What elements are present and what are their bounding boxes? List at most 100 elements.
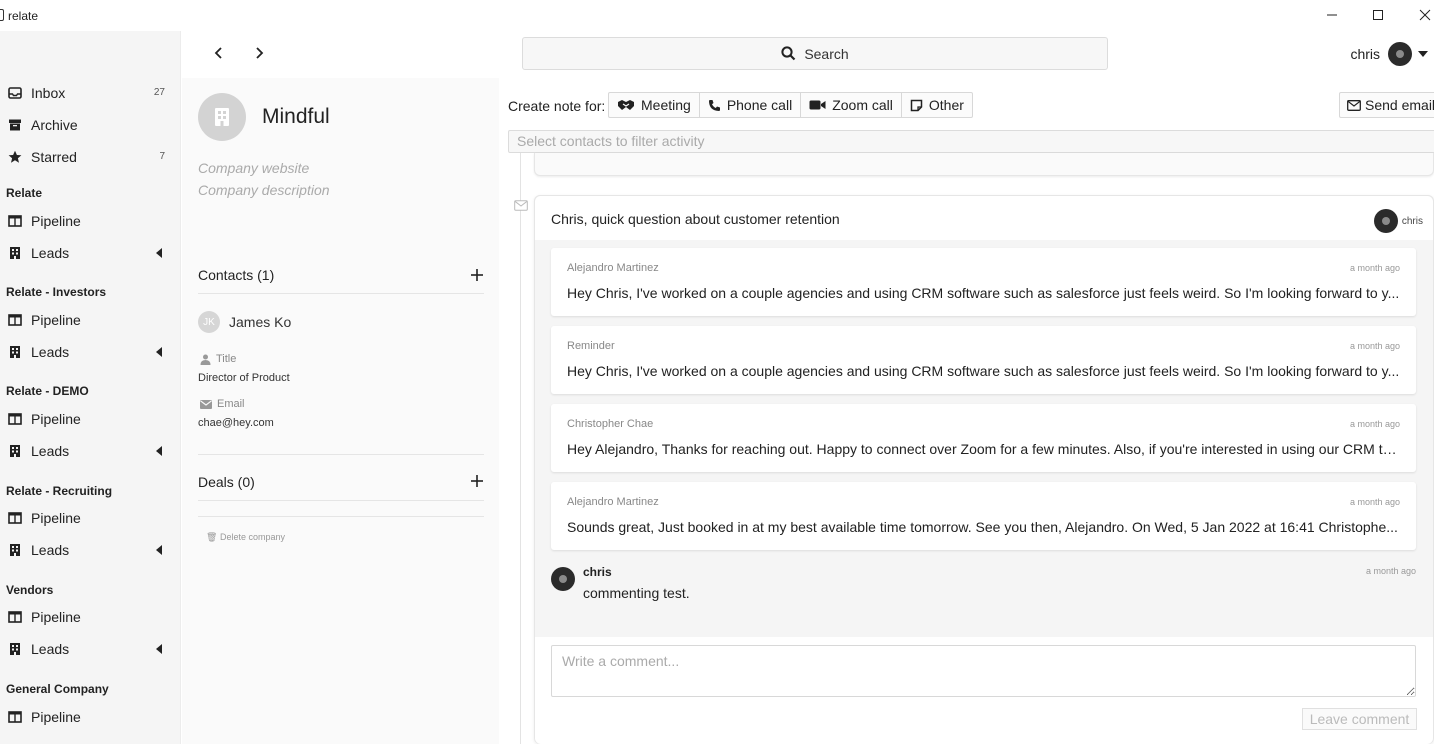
thread-header[interactable]: Chris, quick question about customer ret… (535, 196, 1433, 240)
divider (198, 500, 484, 501)
sidebar-item-label: Archive (31, 117, 78, 133)
thread-subject: Chris, quick question about customer ret… (551, 211, 840, 227)
sidebar-item-label: Pipeline (31, 510, 81, 526)
divider (198, 516, 484, 517)
activity-panel: Create note for: Meeting Phone call Zoom… (500, 78, 1434, 744)
building-icon (10, 544, 20, 556)
sidebar-item-label: Leads (31, 443, 70, 459)
meeting-note-button[interactable]: Meeting (609, 93, 700, 117)
phone-call-note-button[interactable]: Phone call (700, 93, 802, 117)
note-type-label: Meeting (641, 97, 691, 113)
add-deal-button[interactable] (470, 474, 484, 488)
sidebar-item-leads[interactable]: Leads (0, 239, 181, 267)
caret-left-icon[interactable] (156, 446, 162, 456)
send-email-button[interactable]: Send email (1339, 92, 1434, 118)
search-bar[interactable]: Search (522, 37, 1108, 70)
building-icon (10, 247, 20, 259)
contact-avatar: JK (198, 311, 220, 333)
company-panel: Mindful Company website Company descript… (182, 78, 499, 744)
back-button[interactable] (208, 42, 230, 64)
note-type-label: Other (928, 97, 964, 113)
pipeline-icon (8, 611, 22, 623)
contact-email-label: Email (200, 398, 245, 410)
add-contact-button[interactable] (470, 268, 484, 282)
sidebar-item-label: Pipeline (31, 709, 81, 725)
leave-comment-button[interactable]: Leave comment (1302, 708, 1417, 730)
contact-name: James Ko (229, 314, 292, 330)
thread-owner-name: chris (1401, 215, 1423, 227)
sidebar-item-leads[interactable]: Leads (0, 536, 181, 564)
caret-left-icon[interactable] (156, 347, 162, 357)
company-avatar (198, 93, 246, 141)
caret-left-icon[interactable] (156, 644, 162, 654)
zoom-call-note-button[interactable]: Zoom call (801, 93, 902, 117)
company-name[interactable]: Mindful (262, 105, 330, 129)
email-message[interactable]: Reminder a month ago Hey Chris, I've wor… (551, 326, 1416, 394)
building-icon (10, 643, 20, 655)
create-note-label: Create note for: (508, 98, 606, 114)
search-icon (781, 46, 796, 61)
avatar (1373, 209, 1398, 233)
sidebar-item-inbox[interactable]: Inbox 27 (0, 79, 181, 107)
email-message[interactable]: Christopher Chae a month ago Hey Alejand… (551, 404, 1416, 472)
delete-company-label: Delete company (219, 532, 285, 542)
company-description-field[interactable]: Company description (198, 182, 330, 198)
phone-icon (708, 99, 720, 111)
message-sender: Alejandro Martinez (567, 262, 659, 274)
message-time: a month ago (1349, 419, 1400, 429)
email-message[interactable]: Alejandro Martinez a month ago Hey Chris… (551, 248, 1416, 316)
previous-activity-card[interactable] (534, 153, 1434, 176)
caret-left-icon[interactable] (156, 248, 162, 258)
envelope-icon (200, 399, 212, 409)
sidebar-item-pipeline[interactable]: Pipeline (0, 306, 181, 334)
email-message[interactable]: Alejandro Martinez a month ago Sounds gr… (551, 482, 1416, 550)
message-time: a month ago (1349, 497, 1400, 507)
contacts-heading: Contacts (1) (198, 267, 275, 283)
contact-item[interactable]: JK James Ko (198, 311, 291, 333)
sidebar-item-label: Leads (31, 344, 70, 360)
message-time: a month ago (1349, 263, 1400, 273)
sidebar-item-label: Pipeline (31, 609, 81, 625)
contact-filter-input[interactable]: Select contacts to filter activity (508, 130, 1434, 153)
sidebar-item-archive[interactable]: Archive (0, 111, 181, 139)
sidebar-item-leads[interactable]: Leads (0, 635, 181, 663)
message-sender: Alejandro Martinez (567, 496, 659, 508)
building-icon (10, 445, 20, 457)
maximize-button[interactable] (1366, 4, 1390, 26)
maximize-icon (1373, 10, 1383, 20)
contact-email-value[interactable]: chae@hey.com (198, 417, 274, 429)
company-website-field[interactable]: Company website (198, 160, 309, 176)
title-bar: relate (0, 0, 1434, 31)
caret-left-icon[interactable] (156, 545, 162, 555)
delete-company-button[interactable]: 🗑 Delete company (206, 532, 285, 543)
section-heading-relate-recruiting: Relate - Recruiting (6, 484, 113, 498)
sidebar-item-leads[interactable]: Leads (0, 338, 181, 366)
sidebar: Inbox 27 Archive Starred 7 Relate Pipeli… (0, 31, 181, 744)
sidebar-item-label: Pipeline (31, 213, 81, 229)
sidebar-item-pipeline[interactable]: Pipeline (0, 603, 181, 631)
envelope-icon (1347, 99, 1361, 111)
message-preview: Sounds great, Just booked in at my best … (567, 519, 1398, 535)
archive-icon (9, 119, 21, 131)
user-menu[interactable]: chris (1350, 41, 1428, 67)
sidebar-item-starred[interactable]: Starred 7 (0, 143, 181, 171)
divider (198, 293, 484, 294)
sidebar-item-pipeline[interactable]: Pipeline (0, 207, 181, 235)
contact-title-value[interactable]: Director of Product (198, 372, 290, 384)
close-window-button[interactable] (1413, 4, 1434, 26)
trash-icon: 🗑 (206, 532, 218, 542)
forward-button[interactable] (248, 42, 270, 64)
other-note-button[interactable]: Other (902, 93, 972, 117)
sidebar-item-label: Pipeline (31, 312, 81, 328)
message-preview: Hey Chris, I've worked on a couple agenc… (567, 363, 1400, 379)
sidebar-item-leads[interactable]: Leads (0, 437, 181, 465)
thread-owner: chris (1373, 209, 1423, 233)
handshake-icon (618, 100, 634, 110)
minimize-button[interactable] (1320, 4, 1344, 26)
sidebar-item-pipeline[interactable]: Pipeline (0, 504, 181, 532)
avatar (551, 567, 575, 591)
user-name: chris (1350, 46, 1380, 62)
sidebar-item-pipeline[interactable]: Pipeline (0, 703, 181, 731)
comment-input[interactable] (551, 645, 1416, 697)
sidebar-item-pipeline[interactable]: Pipeline (0, 405, 181, 433)
